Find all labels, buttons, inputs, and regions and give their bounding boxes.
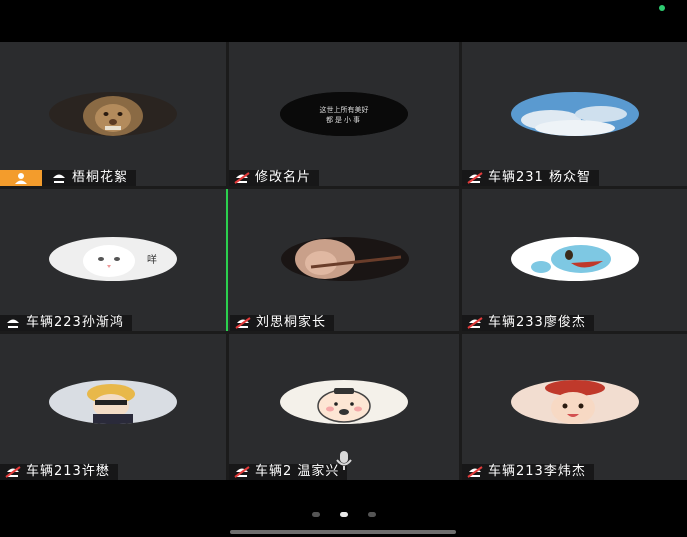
avatar xyxy=(280,380,408,424)
participant-tile-4[interactable]: 咩 车辆223孙渐鸿 xyxy=(0,189,226,331)
mic-icon xyxy=(0,315,26,331)
participant-grid: 梧桐花絮 这世上所有美好 都是小事 修改名片 车辆231 杨众智 咩 车辆223… xyxy=(0,42,687,480)
speaking-mic-icon xyxy=(336,451,352,470)
host-icon xyxy=(0,170,42,186)
anime-boy-avatar-icon xyxy=(49,380,177,424)
muted-mic-icon xyxy=(462,464,488,480)
name-tag: 车辆213李炜杰 xyxy=(462,464,594,480)
name-tag: 修改名片 xyxy=(229,170,320,186)
avatar xyxy=(49,380,177,424)
participant-tile-5[interactable]: 刘思桐家长 xyxy=(226,189,459,331)
sky-avatar-icon xyxy=(510,92,639,136)
home-indicator[interactable] xyxy=(230,530,456,534)
participant-tile-7[interactable]: 车辆213许懋 xyxy=(0,334,226,480)
page-dot-2[interactable] xyxy=(339,512,348,517)
name-tag: 车辆231 杨众智 xyxy=(462,170,599,186)
cat-avatar-icon xyxy=(49,237,177,281)
participant-tile-6[interactable]: 车辆233廖俊杰 xyxy=(462,189,687,331)
violin-avatar-icon xyxy=(280,237,409,281)
participant-name: 梧桐花絮 xyxy=(72,170,129,185)
participant-tile-3[interactable]: 车辆231 杨众智 xyxy=(462,42,687,186)
participant-tile-2[interactable]: 这世上所有美好 都是小事 修改名片 xyxy=(229,42,459,186)
page-dot-3[interactable] xyxy=(367,512,376,517)
page-indicator[interactable] xyxy=(0,512,687,517)
name-tag: 梧桐花絮 xyxy=(0,170,137,186)
participant-name: 车辆213李炜杰 xyxy=(488,464,586,479)
muted-mic-icon xyxy=(229,170,255,186)
avatar xyxy=(510,237,639,281)
name-tag: 车辆223孙渐鸿 xyxy=(0,315,132,331)
meeting-screen: 梧桐花絮 这世上所有美好 都是小事 修改名片 车辆231 杨众智 咩 车辆223… xyxy=(0,0,687,537)
avatar xyxy=(510,92,639,136)
muted-mic-icon xyxy=(230,315,256,331)
participant-tile-9[interactable]: 车辆213李炜杰 xyxy=(462,334,687,480)
camera-indicator-icon xyxy=(659,5,665,11)
participant-name: 刘思桐家长 xyxy=(256,315,327,330)
participant-name: 车辆233廖俊杰 xyxy=(488,315,586,330)
name-tag: 刘思桐家长 xyxy=(230,315,335,331)
lion-avatar-icon xyxy=(49,92,177,136)
squirtle-avatar-icon xyxy=(510,237,639,281)
name-tag: 车辆213许懋 xyxy=(0,464,118,480)
participant-name: 车辆213许懋 xyxy=(26,464,110,479)
cartoon-face-avatar-icon xyxy=(280,380,408,424)
avatar: 咩 xyxy=(49,237,177,281)
avatar xyxy=(49,92,177,136)
muted-mic-icon xyxy=(229,464,255,480)
muted-mic-icon xyxy=(0,464,26,480)
name-tag: 车辆2 温家兴 xyxy=(229,464,348,480)
participant-name: 车辆231 杨众智 xyxy=(488,170,591,185)
avatar xyxy=(280,237,409,281)
muted-mic-icon xyxy=(462,315,488,331)
mic-icon xyxy=(46,170,72,186)
muted-mic-icon xyxy=(462,170,488,186)
participant-name: 修改名片 xyxy=(255,170,312,185)
avatar: 这世上所有美好 都是小事 xyxy=(280,92,408,136)
child-avatar-icon xyxy=(510,380,639,424)
participant-name: 车辆2 温家兴 xyxy=(255,464,340,479)
participant-name: 车辆223孙渐鸿 xyxy=(26,315,124,330)
page-dot-1[interactable] xyxy=(311,512,320,517)
avatar xyxy=(510,380,639,424)
name-tag: 车辆233廖俊杰 xyxy=(462,315,594,331)
participant-tile-1[interactable]: 梧桐花絮 xyxy=(0,42,226,186)
